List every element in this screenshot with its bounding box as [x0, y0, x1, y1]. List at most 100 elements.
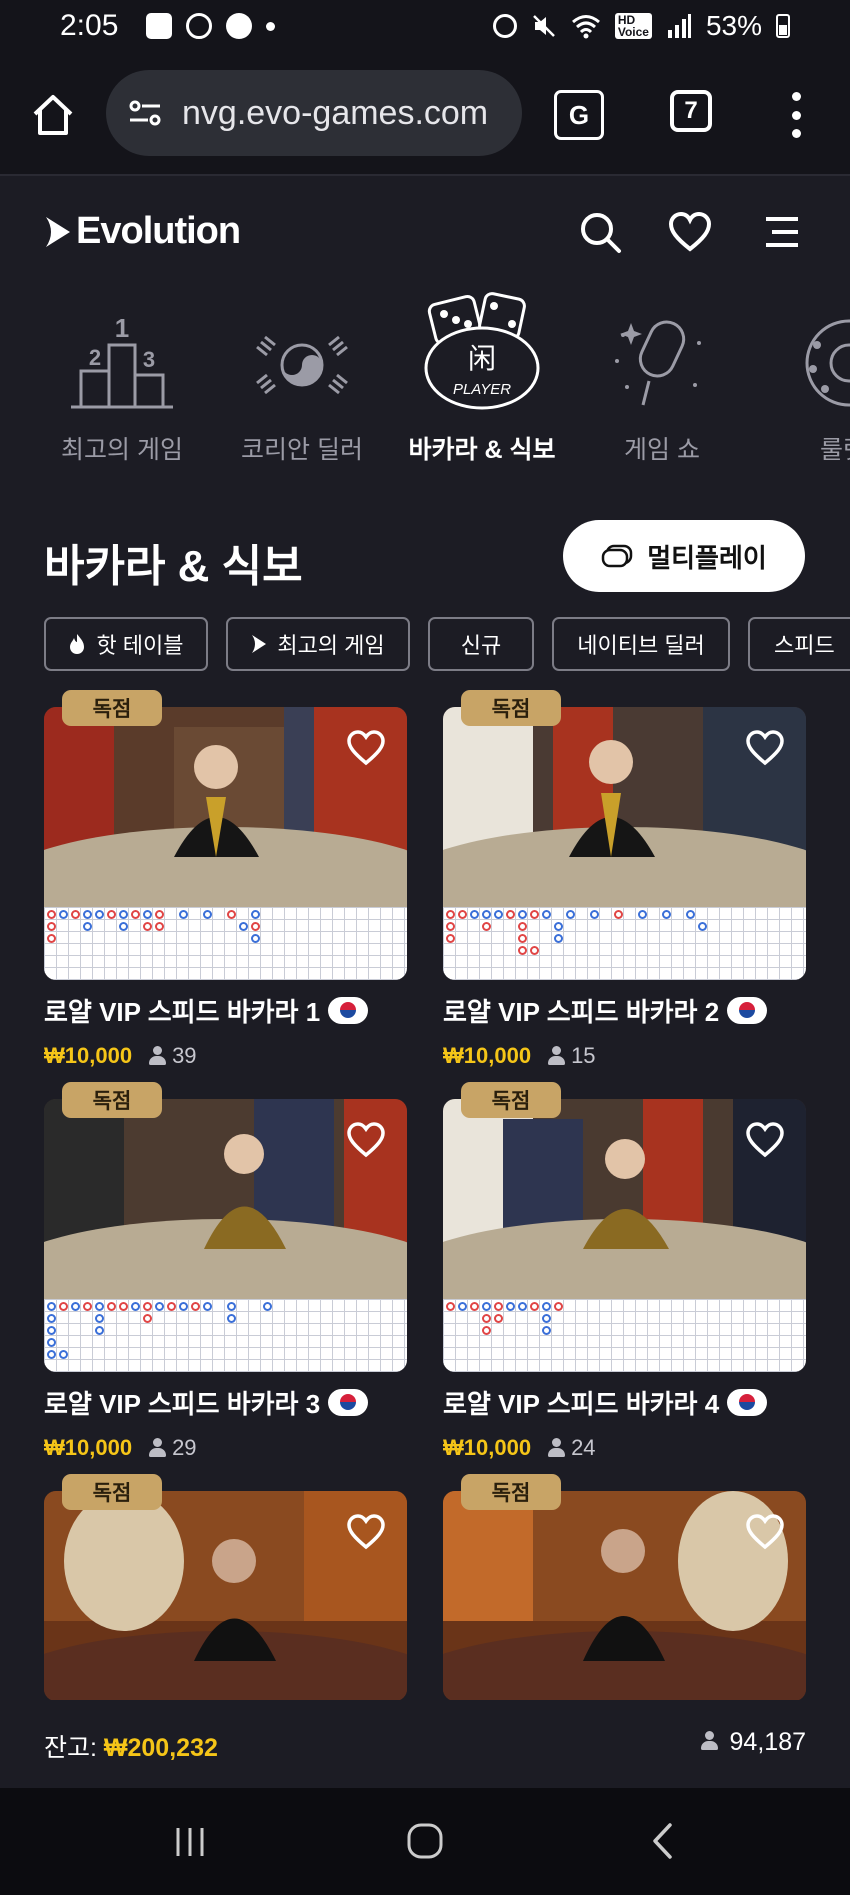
- balance-bar: 잔고: ₩200,232 94,187: [0, 1700, 850, 1788]
- favorite-heart-icon[interactable]: [746, 1513, 784, 1551]
- browser-toolbar: nvg.evo-games.com G 7: [0, 52, 850, 176]
- game-meta: ₩10,000 29: [44, 1435, 407, 1461]
- filter-chips: 핫 테이블 최고의 게임 신규 네이티브 딜러 스피드: [0, 617, 850, 671]
- person-icon: [700, 1730, 722, 1755]
- balance-amount: ₩200,232: [103, 1734, 218, 1762]
- korea-flag-icon: [727, 1389, 768, 1416]
- exclusive-badge: 독점: [62, 1474, 162, 1510]
- favorite-heart-icon[interactable]: [746, 729, 784, 767]
- recent-apps-icon[interactable]: [172, 1824, 208, 1860]
- tab-switcher-button[interactable]: 7: [670, 90, 712, 132]
- url-text[interactable]: nvg.evo-games.com: [182, 94, 512, 133]
- svg-text:闲: 闲: [468, 342, 496, 375]
- favorite-heart-icon[interactable]: [347, 1121, 385, 1159]
- category-label: 코리안 딜러: [241, 436, 363, 464]
- multiplay-icon: [601, 544, 633, 568]
- home-icon[interactable]: [30, 92, 76, 138]
- address-bar[interactable]: nvg.evo-games.com: [106, 70, 522, 156]
- game-title: 로얄 VIP 스피드 바카라 1: [44, 992, 407, 1029]
- online-players: 94,187: [700, 1728, 806, 1757]
- podium-icon: 1 2 3: [71, 313, 173, 409]
- category-label: 최고의 게임: [61, 436, 183, 464]
- category-top-games[interactable]: 1 2 3 최고의 게임: [32, 313, 212, 466]
- tab-count: 7: [684, 97, 698, 124]
- battery-level: 53%: [705, 10, 762, 41]
- game-title: 로얄 VIP 스피드 바카라 2: [443, 992, 806, 1029]
- player-count: 39: [148, 1043, 197, 1069]
- filter-native-dealer[interactable]: 네이티브 딜러: [552, 617, 730, 671]
- flame-icon: [70, 634, 85, 654]
- site-settings-icon[interactable]: [128, 98, 162, 128]
- hamburger-menu-icon[interactable]: [758, 210, 802, 254]
- notification-b-icon: [146, 13, 173, 39]
- baccarat-roadmap: [44, 907, 407, 980]
- home-nav-icon[interactable]: [406, 1822, 444, 1860]
- min-bet: ₩10,000: [443, 1435, 532, 1460]
- exclusive-badge: 독점: [461, 1082, 561, 1118]
- microphone-icon: [615, 320, 701, 406]
- evolution-mark-icon: [252, 635, 267, 653]
- game-card[interactable]: 독점 로얄 VIP 스피드 바카라 3 ₩10,000 29: [44, 1082, 407, 1461]
- game-card[interactable]: 독점 로얄 VIP 스피드 바카라 4 ₩10,000 24: [443, 1082, 806, 1461]
- player-count: 15: [547, 1043, 596, 1069]
- browser-menu-icon[interactable]: [788, 92, 804, 138]
- signal-icon: [667, 14, 691, 38]
- roulette-wheel-icon: [805, 319, 850, 407]
- balance: 잔고: ₩200,232: [44, 1728, 218, 1764]
- game-title: 로얄 VIP 스피드 바카라 4: [443, 1384, 806, 1421]
- game-card[interactable]: 독점 로얄 VIP 스피드 바카라 1 ₩10,000 39: [44, 690, 407, 1069]
- korea-flag-icon: [328, 1389, 369, 1416]
- translate-icon[interactable]: G: [554, 90, 604, 140]
- search-icon[interactable]: [578, 210, 622, 254]
- game-meta: ₩10,000 15: [443, 1043, 806, 1069]
- exclusive-badge: 독점: [461, 690, 561, 726]
- baccarat-roadmap: [443, 907, 806, 980]
- exclusive-badge: 독점: [461, 1474, 561, 1510]
- section-header: 바카라 & 식보 멀티플레이: [0, 520, 850, 592]
- app-icon: [186, 13, 213, 39]
- status-bar: 2:05 HD Voice 53%: [0, 0, 850, 52]
- min-bet: ₩10,000: [443, 1043, 532, 1068]
- game-meta: ₩10,000 24: [443, 1435, 806, 1461]
- favorites-heart-icon[interactable]: [668, 210, 712, 254]
- category-roulette[interactable]: 룰렛: [752, 315, 850, 466]
- game-card[interactable]: 독점: [443, 1474, 806, 1701]
- game-card[interactable]: 독점: [44, 1474, 407, 1701]
- alarm-icon: [492, 14, 517, 38]
- online-count: 94,187: [729, 1728, 806, 1756]
- category-korean-dealer[interactable]: 코리안 딜러: [212, 315, 392, 466]
- balance-label: 잔고:: [44, 1734, 97, 1762]
- exclusive-badge: 독점: [62, 690, 162, 726]
- favorite-heart-icon[interactable]: [746, 1121, 784, 1159]
- hd-voice-icon: HD Voice: [614, 13, 652, 39]
- multiplay-button[interactable]: 멀티플레이: [563, 520, 805, 592]
- min-bet: ₩10,000: [44, 1435, 133, 1460]
- person-icon: [148, 1046, 167, 1066]
- filter-new[interactable]: 신규: [428, 617, 534, 671]
- category-baccarat-sicbo[interactable]: 闲 PLAYER 바카라 & 식보: [392, 290, 572, 466]
- category-nav: 1 2 3 최고의 게임 코리안 딜러 闲 PLAYER 바카라 & 식보 게임…: [0, 285, 850, 475]
- filter-top-games[interactable]: 최고의 게임: [226, 617, 410, 671]
- exclusive-badge: 독점: [62, 1082, 162, 1118]
- game-card[interactable]: 독점 로얄 VIP 스피드 바카라 2 ₩10,000 15: [443, 690, 806, 1069]
- player-count: 29: [148, 1435, 197, 1461]
- back-icon[interactable]: [650, 1822, 676, 1860]
- person-icon: [547, 1438, 566, 1458]
- evolution-logo-mark-icon: [46, 216, 70, 247]
- baccarat-roadmap: [44, 1299, 407, 1372]
- svg-text:1: 1: [115, 315, 129, 343]
- dice-player-icon: 闲 PLAYER: [424, 292, 540, 410]
- favorite-heart-icon[interactable]: [347, 729, 385, 767]
- chat-icon: [226, 13, 253, 39]
- mute-icon: [532, 15, 555, 37]
- category-label: 게임 쇼: [624, 436, 700, 464]
- battery-icon: [776, 14, 790, 38]
- filter-hot-tables[interactable]: 핫 테이블: [44, 617, 208, 671]
- taegeuk-icon: [256, 335, 348, 395]
- filter-speed[interactable]: 스피드: [748, 617, 850, 671]
- category-game-shows[interactable]: 게임 쇼: [572, 315, 752, 466]
- status-time: 2:05: [60, 9, 119, 42]
- min-bet: ₩10,000: [44, 1043, 133, 1068]
- evolution-logo[interactable]: Evolution: [44, 210, 241, 253]
- favorite-heart-icon[interactable]: [347, 1513, 385, 1551]
